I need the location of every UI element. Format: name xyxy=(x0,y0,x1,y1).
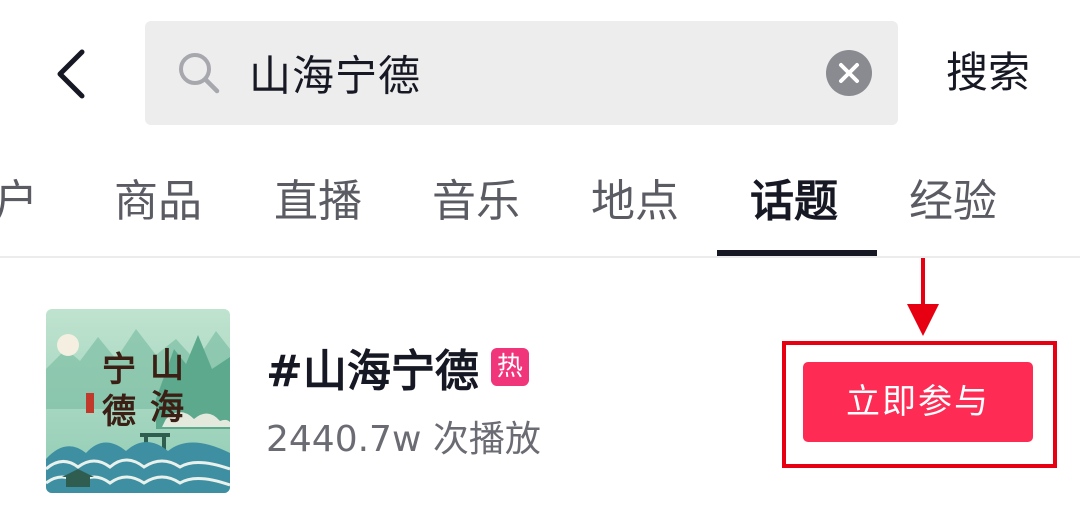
search-icon xyxy=(179,53,220,94)
search-input[interactable]: 山海宁德 xyxy=(249,43,421,104)
tab-places[interactable]: 地点 xyxy=(591,172,679,232)
back-button[interactable] xyxy=(44,40,100,108)
topic-cover-art: 宁 山 德 海 xyxy=(46,309,230,493)
join-topic-button[interactable]: 立即参与 xyxy=(803,362,1033,442)
annotation-arrow-icon xyxy=(907,258,939,336)
topic-title-row[interactable]: #山海宁德 热 xyxy=(266,337,529,397)
chevron-left-icon xyxy=(57,49,85,99)
topic-cover-image[interactable]: 宁 山 德 海 xyxy=(46,309,230,493)
tab-products[interactable]: 商品 xyxy=(114,172,202,232)
tab-topics[interactable]: 话题 xyxy=(750,172,838,232)
hot-badge: 热 xyxy=(490,348,529,386)
topic-play-count: 2440.7w 次播放 xyxy=(266,419,541,460)
clear-search-icon[interactable] xyxy=(826,50,872,96)
tab-users[interactable]: 户 xyxy=(0,172,38,232)
tab-live[interactable]: 直播 xyxy=(274,172,362,232)
tab-music[interactable]: 音乐 xyxy=(432,172,520,232)
cover-char-3: 德 xyxy=(102,392,136,432)
search-submit-button[interactable]: 搜索 xyxy=(920,21,1056,125)
tab-experience[interactable]: 经验 xyxy=(909,172,997,232)
cover-char-2: 山 xyxy=(150,346,184,386)
topic-title[interactable]: #山海宁德 xyxy=(266,335,479,399)
cover-char-1: 宁 xyxy=(102,350,136,390)
search-box[interactable]: 山海宁德 xyxy=(145,21,898,125)
cover-char-4: 海 xyxy=(150,388,184,428)
